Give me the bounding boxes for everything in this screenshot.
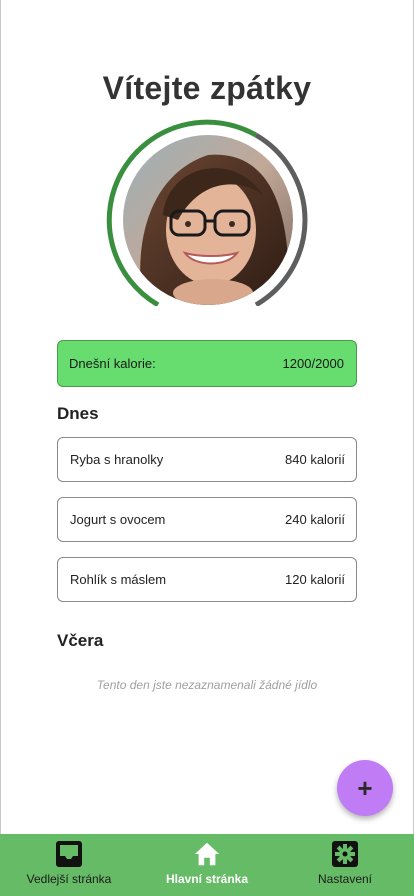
nav-label: Vedlejší stránka bbox=[26, 872, 112, 886]
daily-calories-label: Dnešní kalorie: bbox=[69, 356, 156, 371]
nav-item-secondary-page[interactable]: Vedlejší stránka bbox=[0, 834, 138, 896]
nav-label: Nastavení bbox=[317, 872, 373, 886]
bottom-navigation: Vedlejší stránka Hlavní stránka Nastaven… bbox=[0, 834, 414, 896]
avatar bbox=[123, 135, 293, 305]
home-icon bbox=[193, 840, 221, 868]
food-item-calories: 240 kalorií bbox=[285, 512, 345, 527]
nav-item-main-page[interactable]: Hlavní stránka bbox=[138, 834, 276, 896]
section-title-today: Dnes bbox=[57, 404, 99, 423]
calorie-progress-ring bbox=[104, 116, 310, 306]
add-food-button[interactable]: + bbox=[337, 760, 393, 816]
food-item-name: Jogurt s ovocem bbox=[70, 512, 166, 527]
empty-day-message: Tento den jste nezaznamenali žádné jídlo bbox=[96, 678, 318, 692]
daily-calories-value: 1200/2000 bbox=[282, 356, 344, 371]
food-item[interactable]: Rohlík s máslem 120 kalorií bbox=[57, 557, 357, 602]
daily-calories-card: Dnešní kalorie: 1200/2000 bbox=[57, 340, 357, 387]
food-item-name: Ryba s hranolky bbox=[70, 452, 164, 467]
food-item[interactable]: Ryba s hranolky 840 kalorií bbox=[57, 437, 357, 482]
food-item-calories: 120 kalorií bbox=[285, 572, 345, 587]
nav-item-settings[interactable]: Nastavení bbox=[276, 834, 414, 896]
profile-photo bbox=[123, 135, 293, 305]
inbox-icon bbox=[55, 840, 83, 868]
nav-label: Hlavní stránka bbox=[165, 872, 249, 886]
gear-icon bbox=[331, 840, 359, 868]
food-item-name: Rohlík s máslem bbox=[70, 572, 167, 587]
food-item-calories: 840 kalorií bbox=[285, 452, 345, 467]
page-title: Vítejte zpátky bbox=[102, 70, 312, 106]
section-title-yesterday: Včera bbox=[57, 631, 104, 650]
food-item[interactable]: Jogurt s ovocem 240 kalorií bbox=[57, 497, 357, 542]
